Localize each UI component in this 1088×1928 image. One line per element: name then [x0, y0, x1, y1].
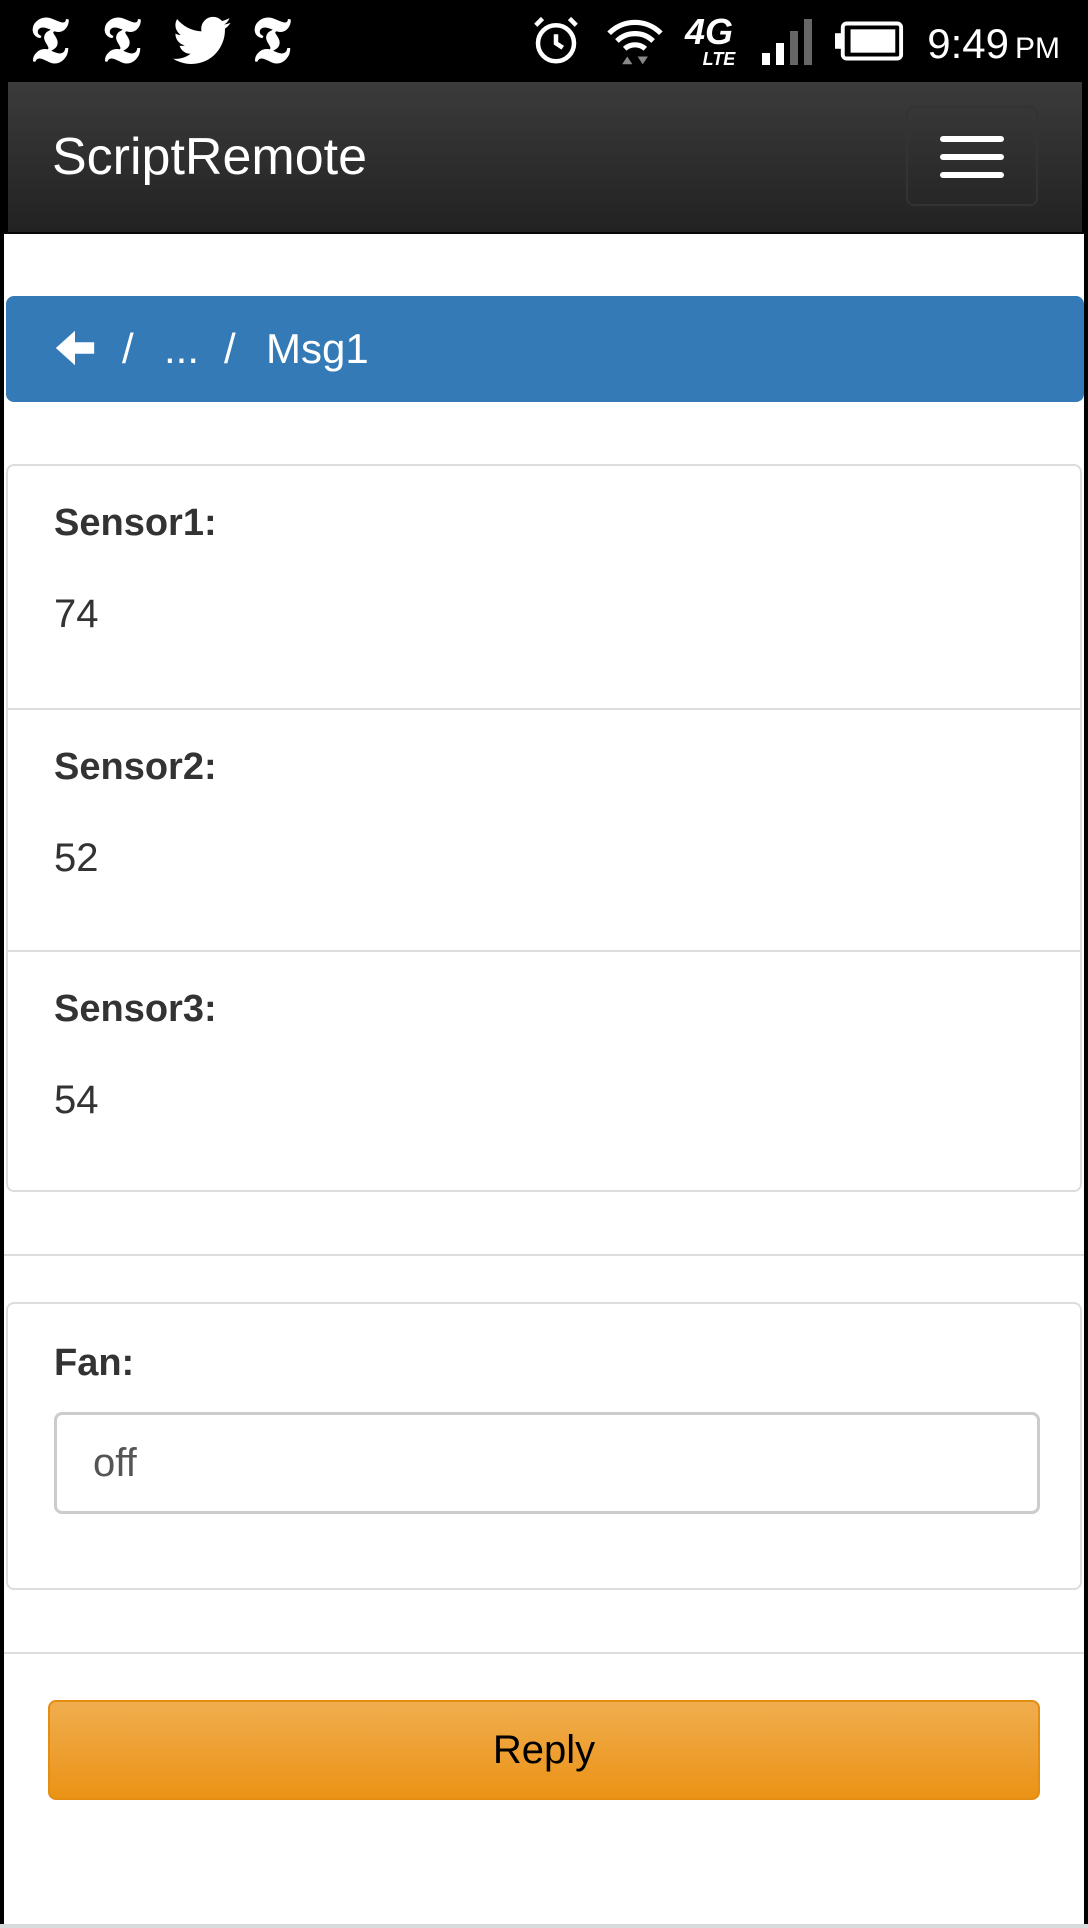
list-item: Sensor2: 52: [8, 708, 1080, 950]
sensor-value: 74: [54, 592, 99, 636]
4g-lte-icon: 4G LTE: [684, 11, 736, 69]
left-border: [0, 234, 4, 1928]
wifi-icon: [602, 8, 668, 74]
breadcrumb-current: Msg1: [266, 325, 369, 372]
hamburger-menu-icon[interactable]: [906, 106, 1038, 206]
sensor-value: 52: [54, 836, 99, 880]
clock: 9:49 PM: [927, 20, 1060, 67]
breadcrumb-separator: /: [224, 325, 236, 372]
sensor-label: Sensor1:: [54, 502, 217, 544]
signal-icon: [758, 8, 818, 74]
fan-input[interactable]: [54, 1412, 1040, 1514]
list-item: Sensor1: 74: [8, 466, 1080, 708]
arrow-left-icon[interactable]: [52, 325, 98, 371]
battery-icon: [834, 8, 906, 74]
status-bar: 𝕿 𝕿 𝕿 4G LTE 9:49 PM: [0, 0, 1088, 82]
twitter-icon: [170, 8, 234, 74]
alarm-icon: [526, 8, 586, 74]
nyt-icon: 𝕿: [101, 3, 141, 78]
breadcrumb-separator: /: [122, 325, 134, 372]
nyt-icon: 𝕿: [251, 3, 291, 78]
sensor-value: 54: [54, 1078, 99, 1122]
navbar: ScriptRemote: [0, 82, 1088, 234]
sensor-list: Sensor1: 74 Sensor2: 52 Sensor3: 54: [6, 464, 1082, 1192]
fan-panel: Fan:: [6, 1302, 1082, 1590]
breadcrumb: / ... / Msg1: [6, 296, 1084, 402]
right-border: [1084, 234, 1088, 1928]
sensor-label: Sensor2:: [54, 746, 217, 788]
brand-title[interactable]: ScriptRemote: [52, 82, 367, 232]
list-item: Sensor3: 54: [8, 950, 1080, 1192]
sensor-label: Sensor3:: [54, 988, 217, 1030]
reply-button[interactable]: Reply: [48, 1700, 1040, 1800]
breadcrumb-ellipsis[interactable]: ...: [164, 296, 199, 402]
divider: [4, 1652, 1084, 1654]
fan-label: Fan:: [54, 1342, 135, 1384]
divider: [4, 1254, 1084, 1256]
bottom-border: [0, 1924, 1088, 1928]
nyt-icon: 𝕿: [29, 3, 69, 78]
